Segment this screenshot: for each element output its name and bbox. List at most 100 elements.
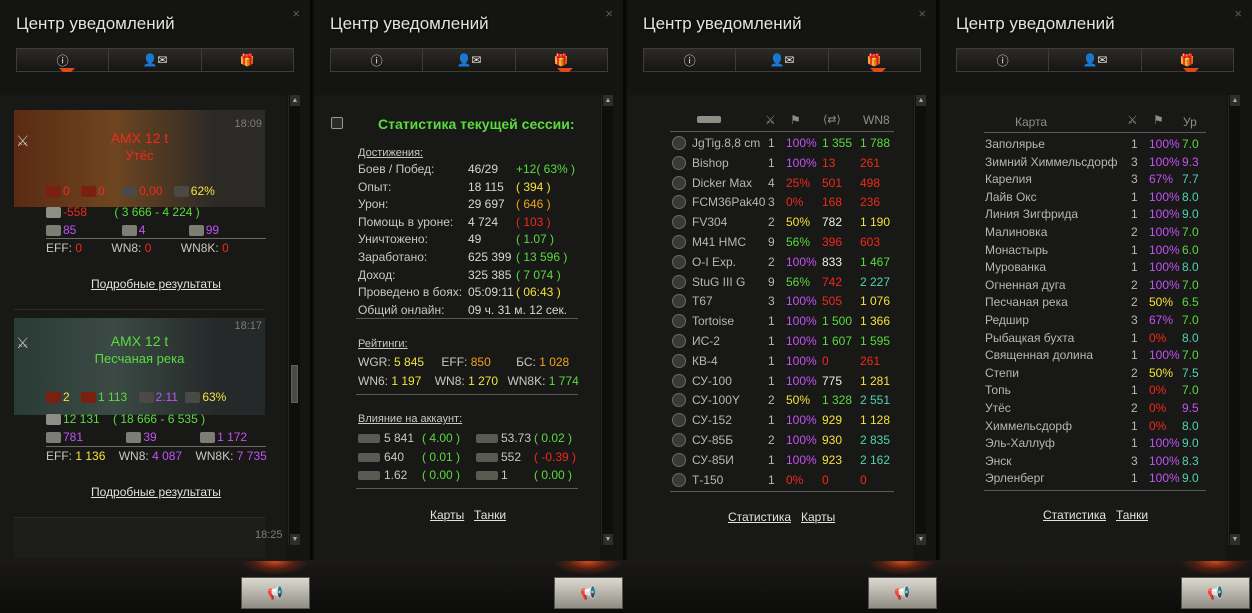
scroll-down-arrow[interactable]: ▼	[603, 534, 613, 545]
tab-info[interactable]: ⓘ	[644, 49, 737, 71]
battles-count: 1	[768, 353, 775, 368]
battles-count: 1	[1131, 260, 1138, 275]
stat-value: 4 724	[468, 214, 499, 229]
map-name: Огненная дуга	[985, 277, 1066, 292]
tab-gifts[interactable]: 🎁	[1141, 49, 1233, 72]
win-rate: 100%	[1149, 189, 1180, 204]
battles-count: 1	[768, 452, 775, 467]
notifications-button[interactable]: 📢	[241, 577, 310, 609]
map-name: Зимний Химмельсдорф	[985, 154, 1118, 169]
close-icon[interactable]: ×	[605, 6, 613, 21]
map-name: Карелия	[985, 172, 1032, 187]
stat-label: Заработано:	[358, 250, 428, 264]
tanks-link[interactable]: Танки	[474, 508, 506, 522]
avg-tier: 9.3	[1182, 154, 1199, 169]
maps-link[interactable]: Карты	[430, 508, 464, 522]
wn8-rating: 1 467	[860, 254, 891, 269]
tab-messages[interactable]: 👤✉	[1049, 49, 1142, 71]
avg-damage: 1 328	[822, 393, 853, 408]
wn8-rating: 1 281	[860, 373, 891, 388]
star-icon	[46, 432, 61, 444]
stat-icon	[358, 471, 380, 480]
map-row: Энск 3 100% 8.3	[985, 454, 1207, 471]
tank-name: СУ-152	[692, 413, 732, 428]
scroll-down-arrow[interactable]: ▼	[290, 534, 300, 545]
maps-link[interactable]: Карты	[801, 510, 835, 524]
scrollbar[interactable]: ▲ ▼	[1228, 95, 1240, 545]
avg-tier: 9.5	[1182, 401, 1199, 415]
close-icon[interactable]: ×	[292, 6, 300, 21]
tab-info[interactable]: ⓘ	[331, 49, 424, 71]
win-rate: 100%	[1149, 348, 1180, 363]
map-row: Эрленберг 1 100% 9.0	[985, 471, 1207, 488]
tab-gifts[interactable]: 🎁	[828, 49, 920, 72]
tab-messages[interactable]: 👤✉	[736, 49, 829, 71]
detailed-results-link[interactable]: Подробные результаты	[91, 485, 221, 499]
star-icon	[121, 225, 137, 237]
stats-icon	[331, 117, 343, 129]
tab-gifts[interactable]: 🎁	[201, 49, 293, 71]
detailed-results-link[interactable]: Подробные результаты	[91, 277, 221, 291]
close-icon[interactable]: ×	[1234, 6, 1242, 21]
battles-column-icon: ⚔	[765, 113, 776, 127]
panel-title: Центр уведомлений	[643, 14, 802, 33]
scroll-down-arrow[interactable]: ▼	[1230, 534, 1240, 545]
divider	[46, 238, 266, 239]
statistics-link[interactable]: Статистика	[728, 510, 791, 524]
tab-info[interactable]: ⓘ	[957, 49, 1050, 71]
notifications-button[interactable]: 📢	[1181, 577, 1250, 609]
close-icon[interactable]: ×	[918, 6, 926, 21]
avg-damage: 742	[822, 274, 843, 289]
notifications-button[interactable]: 📢	[868, 577, 937, 609]
stat-average: ( 103 )	[516, 214, 551, 229]
tab-messages[interactable]: 👤✉	[423, 49, 516, 71]
battles-count: 3	[1131, 453, 1138, 468]
wn8-rating: 1 190	[860, 215, 891, 230]
win-rate: 100%	[786, 334, 817, 348]
scroll-up-arrow[interactable]: ▲	[290, 95, 300, 106]
scroll-up-arrow[interactable]: ▲	[1230, 95, 1240, 106]
map-row: Песчаная река 2 50% 6.5	[985, 295, 1207, 312]
rating-icon	[188, 225, 204, 237]
battles-count: 2	[1131, 277, 1138, 292]
tab-bar: ⓘ 👤✉ 🎁	[16, 48, 294, 72]
scroll-down-arrow[interactable]: ▼	[916, 534, 926, 545]
avg-tier: 7.0	[1182, 137, 1199, 151]
scroll-up-arrow[interactable]: ▲	[603, 95, 613, 106]
win-rate: 100%	[786, 413, 817, 428]
scrollbar[interactable]: ▲ ▼	[914, 95, 926, 545]
avg-tier: 7.0	[1182, 383, 1199, 398]
tab-messages[interactable]: 👤✉	[109, 49, 202, 71]
win-rate: 0%	[1149, 383, 1167, 398]
win-rate: 100%	[786, 314, 817, 329]
scrollbar-thumb[interactable]	[291, 365, 298, 403]
divider	[984, 490, 1206, 491]
avg-tier: 9.0	[1182, 207, 1199, 222]
tank-name: JgTig.8,8 cm	[692, 136, 761, 150]
wn8-rating: 261	[860, 353, 881, 368]
stat-value: 46/29	[468, 162, 499, 176]
tab-gifts[interactable]: 🎁	[515, 49, 607, 72]
battles-count: 2	[768, 433, 775, 447]
avg-tier: 7.0	[1182, 348, 1199, 363]
battles-count: 1	[768, 334, 775, 348]
battles-count: 1	[768, 413, 775, 428]
tank-name: StuG III G	[692, 274, 746, 289]
notifications-button[interactable]: 📢	[554, 577, 623, 609]
scrollbar[interactable]: ▲ ▼	[601, 95, 613, 545]
star-icon	[46, 225, 61, 237]
scroll-up-arrow[interactable]: ▲	[916, 95, 926, 106]
avg-tier: 9.0	[1182, 471, 1199, 486]
win-rate: 67%	[1149, 172, 1174, 187]
scrollbar[interactable]: ▲ ▼	[288, 95, 300, 545]
map-name: Лайв Окс	[985, 189, 1037, 204]
tanks-link[interactable]: Танки	[1116, 508, 1148, 522]
tank-row: Dicker Max 4 25% 501 498	[672, 175, 894, 193]
avg-tier: 8.0	[1182, 418, 1199, 433]
tab-info[interactable]: ⓘ	[17, 49, 110, 72]
megaphone-icon: 📢	[580, 585, 597, 600]
battles-count: 9	[768, 235, 775, 249]
statistics-link[interactable]: Статистика	[1043, 508, 1106, 522]
win-rate: 0%	[786, 472, 804, 487]
info-icon: ⓘ	[370, 53, 383, 68]
